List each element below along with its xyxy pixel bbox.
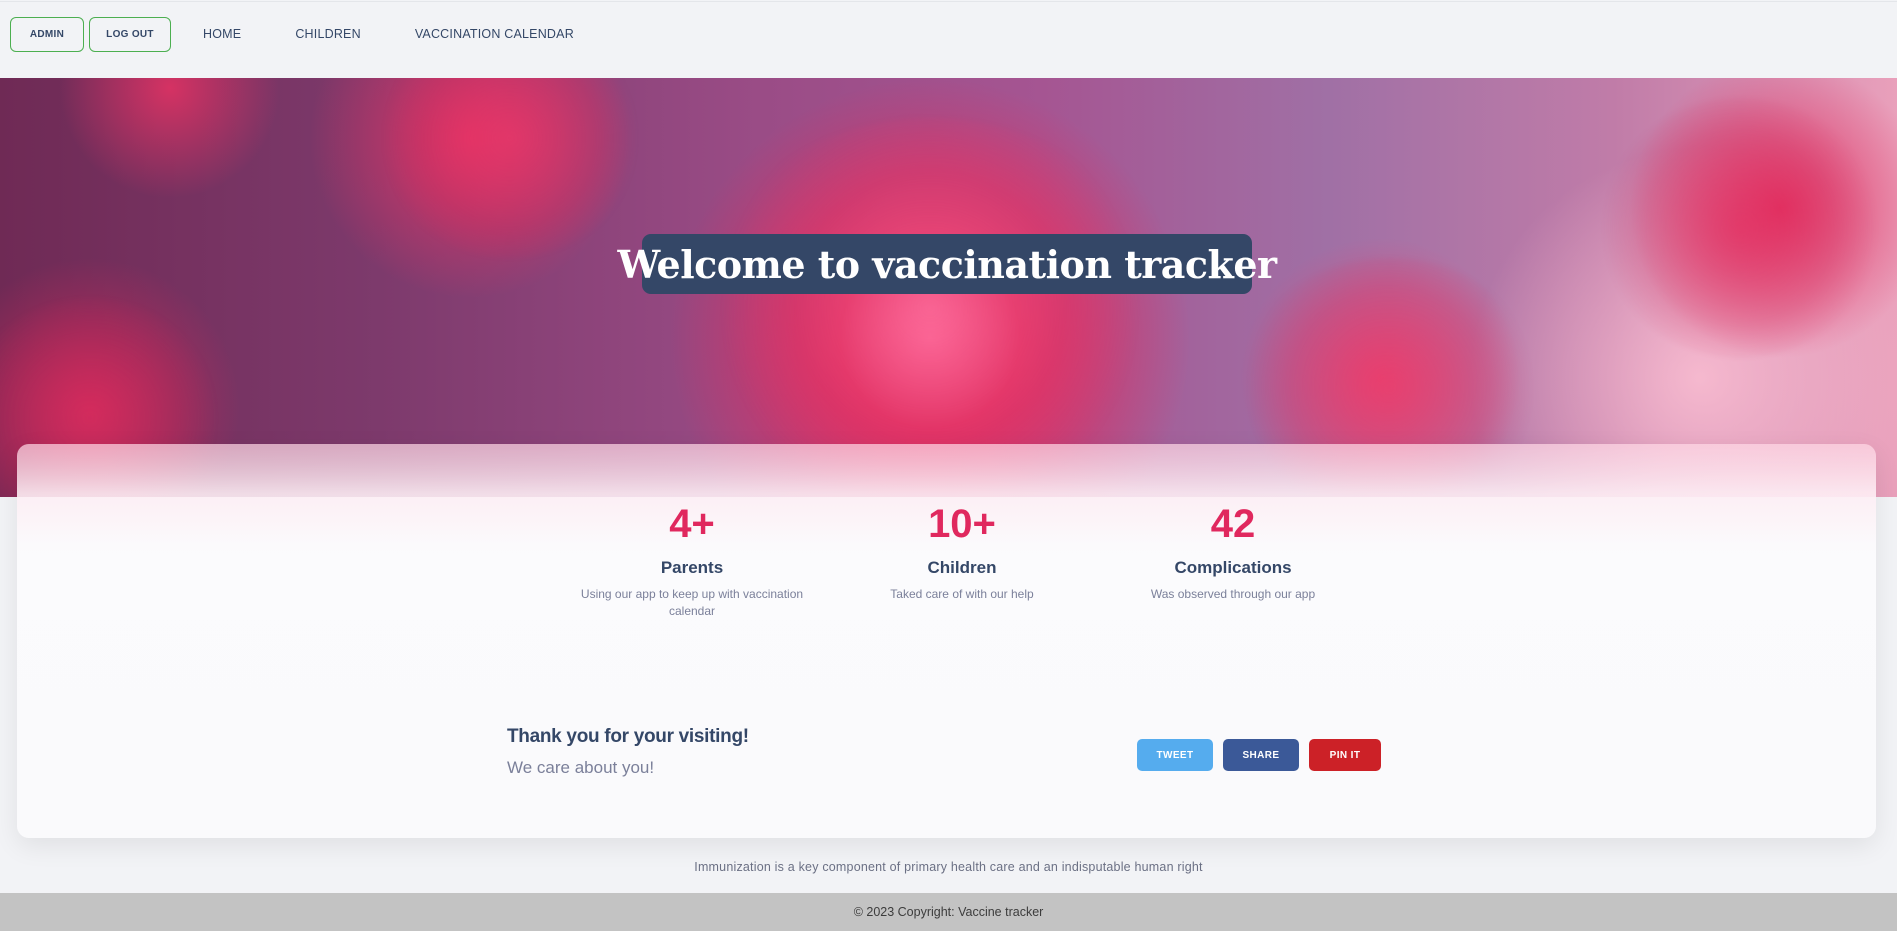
stat-number: 4+	[669, 502, 715, 546]
virus-decoration	[380, 78, 640, 258]
nav-link-home[interactable]: HOME	[203, 17, 241, 52]
admin-button[interactable]: ADMIN	[10, 17, 84, 52]
stat-complications: 42 Complications Was observed through ou…	[1098, 500, 1368, 603]
tweet-button[interactable]: TWEET	[1137, 739, 1213, 771]
footer: © 2023 Copyright: Vaccine tracker	[0, 893, 1897, 931]
hero-banner: Welcome to vaccination tracker	[0, 78, 1897, 497]
stat-children: 10+ Children Taked care of with our help	[827, 500, 1097, 603]
pin-it-button[interactable]: PIN IT	[1309, 739, 1381, 771]
copyright-text: © 2023 Copyright: Vaccine tracker	[853, 905, 1044, 919]
top-navbar: ADMIN LOG OUT HOME CHILDREN VACCINATION …	[0, 1, 1897, 78]
stat-description: Taked care of with our help	[890, 587, 1034, 601]
stat-title: Complications	[1174, 558, 1292, 577]
stats-card: 4+ Parents Using our app to keep up with…	[17, 444, 1876, 838]
nav-link-children[interactable]: CHILDREN	[295, 17, 361, 52]
stat-title: Parents	[660, 558, 724, 577]
thanks-title: Thank you for your visiting!	[507, 726, 749, 747]
stat-parents: 4+ Parents Using our app to keep up with…	[557, 500, 827, 620]
virus-decoration	[1600, 98, 1880, 358]
stat-title: Children	[927, 558, 997, 577]
stat-number: 42	[1210, 502, 1256, 546]
page-title: Welcome to vaccination tracker	[617, 241, 1277, 287]
hero-title-box: Welcome to vaccination tracker	[617, 234, 1277, 294]
virus-decoration	[700, 118, 1160, 497]
nav-link-vaccination-calendar[interactable]: VACCINATION CALENDAR	[415, 17, 574, 52]
tagline: Immunization is a key component of prima…	[694, 860, 1203, 874]
stat-description: Using our app to keep up with vaccinatio…	[580, 587, 804, 618]
thanks-subtitle: We care about you!	[507, 758, 655, 777]
logout-button[interactable]: LOG OUT	[89, 17, 171, 52]
share-button[interactable]: SHARE	[1223, 739, 1299, 771]
stat-description: Was observed through our app	[1150, 587, 1316, 601]
stat-number: 10+	[928, 502, 996, 546]
